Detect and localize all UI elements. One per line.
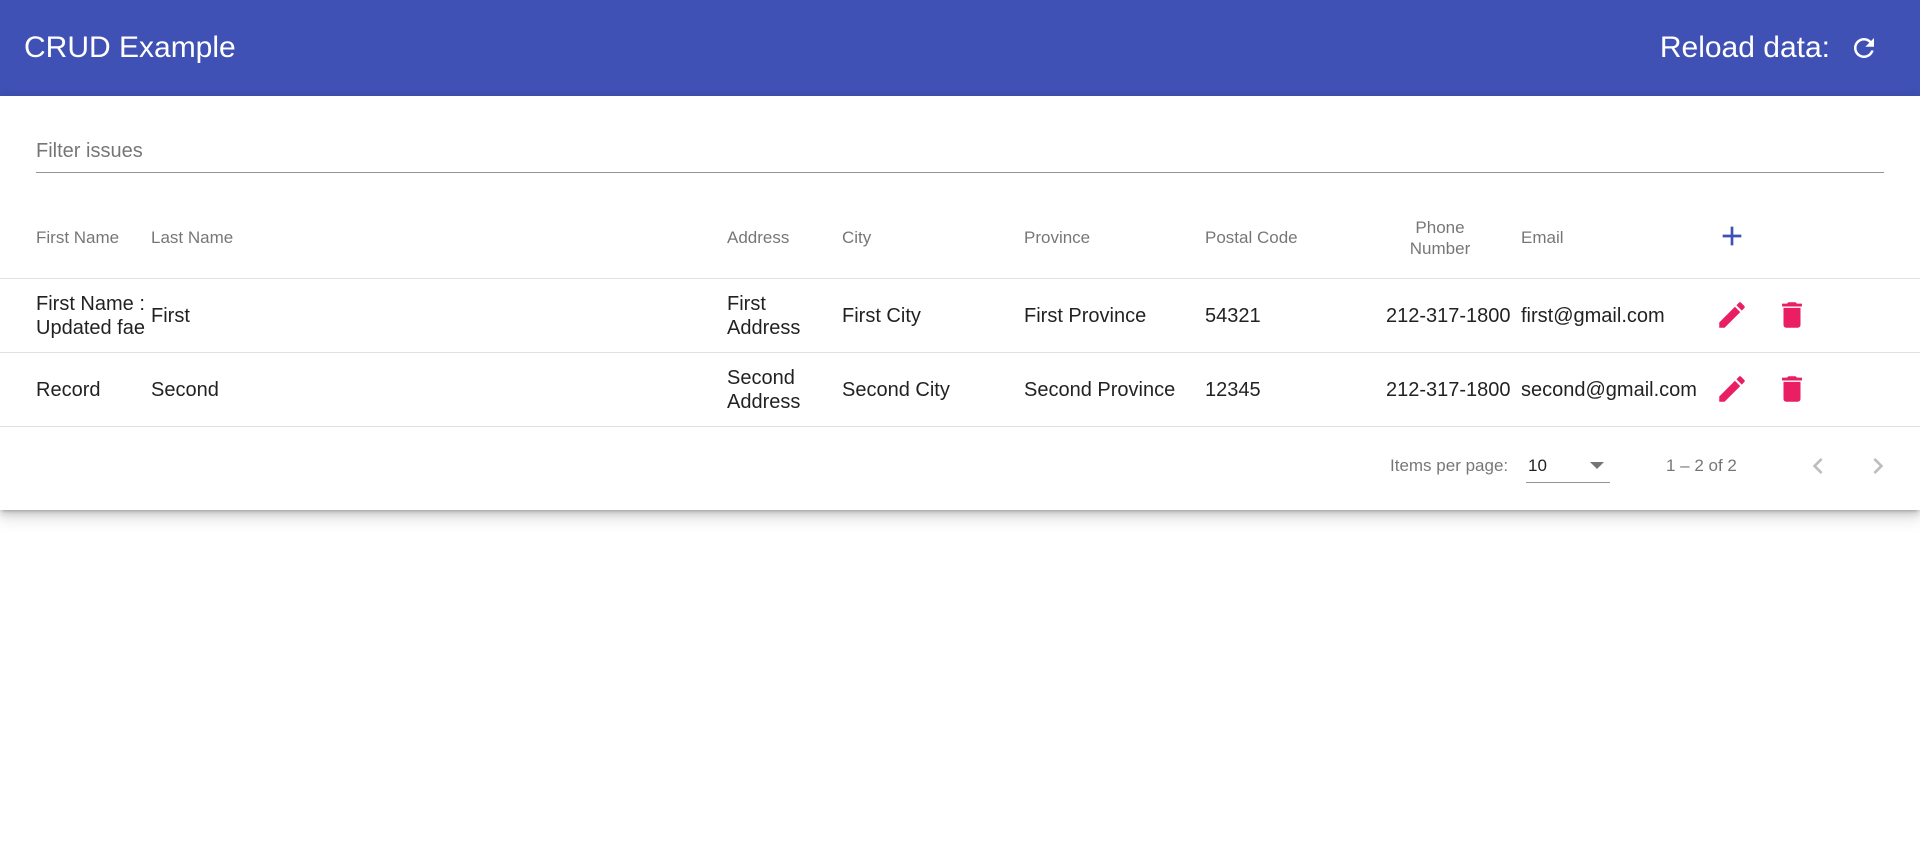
previous-page-button[interactable] xyxy=(1794,442,1842,490)
cell-address: Second Address xyxy=(727,366,801,413)
cell-email: second@gmail.com xyxy=(1521,378,1697,401)
header-last-name[interactable]: Last Name xyxy=(151,198,551,278)
header-first-name[interactable]: First Name xyxy=(36,198,146,278)
reload-button[interactable] xyxy=(1842,26,1886,70)
header-postal-code[interactable]: Postal Code xyxy=(1205,198,1365,278)
delete-button[interactable] xyxy=(1768,291,1816,339)
chevron-right-icon xyxy=(1873,458,1884,474)
edit-button[interactable] xyxy=(1708,365,1756,413)
delete-icon xyxy=(1782,376,1802,402)
filter-field xyxy=(36,132,1884,173)
table-header-row: First Name Last Name Address City Provin… xyxy=(0,198,1920,279)
delete-icon xyxy=(1782,302,1802,328)
table-card: First Name Last Name Address City Provin… xyxy=(0,96,1920,510)
refresh-icon xyxy=(1854,38,1874,58)
edit-icon xyxy=(1719,376,1745,402)
header-phone-line1: Phone xyxy=(1415,218,1465,237)
cell-province: First Province xyxy=(1024,304,1147,327)
cell-city: Second City xyxy=(842,378,950,401)
cell-last-name: Second xyxy=(151,378,219,401)
header-phone-number[interactable]: Phone Number xyxy=(1386,198,1494,278)
table-row: First Name : Updated fae First First Add… xyxy=(0,279,1920,353)
app-toolbar: CRUD Example Reload data: xyxy=(0,0,1920,96)
edit-icon xyxy=(1719,302,1745,328)
cell-first-name: Record xyxy=(36,378,101,401)
cell-last-name: First xyxy=(151,304,190,327)
filter-input[interactable] xyxy=(36,132,1884,170)
add-icon xyxy=(1722,226,1742,246)
header-email[interactable]: Email xyxy=(1521,198,1681,278)
cell-postal-code: 12345 xyxy=(1205,378,1261,401)
paginator: Items per page: 10 1 – 2 of 2 xyxy=(0,426,1920,506)
next-page-button[interactable] xyxy=(1854,442,1902,490)
page-size-value: 10 xyxy=(1528,456,1547,475)
table-row: Record Second Second Address Second City… xyxy=(0,353,1920,427)
cell-address: First Address xyxy=(727,292,801,339)
cell-city: First City xyxy=(842,304,921,327)
items-per-page-label: Items per page: xyxy=(1390,456,1509,475)
cell-province: Second Province xyxy=(1024,378,1176,401)
cell-phone: 212-317-1800 xyxy=(1386,378,1511,401)
cell-first-name: First Name : Updated fae xyxy=(36,292,145,339)
chevron-left-icon xyxy=(1812,458,1823,474)
page-size-select[interactable]: 10 xyxy=(1526,450,1610,483)
cell-postal-code: 54321 xyxy=(1205,304,1261,327)
edit-button[interactable] xyxy=(1708,291,1756,339)
reload-group: Reload data: xyxy=(1660,0,1886,96)
add-button[interactable] xyxy=(1708,212,1756,260)
app-title: CRUD Example xyxy=(24,31,236,64)
reload-label: Reload data: xyxy=(1659,31,1830,64)
dropdown-arrow-icon xyxy=(1590,462,1604,469)
cell-email: first@gmail.com xyxy=(1521,304,1665,327)
page-range-label: 1 – 2 of 2 xyxy=(1666,456,1737,475)
header-province[interactable]: Province xyxy=(1024,198,1194,278)
header-address[interactable]: Address xyxy=(727,198,837,278)
delete-button[interactable] xyxy=(1768,365,1816,413)
header-phone-line2: Number xyxy=(1409,239,1471,258)
cell-phone: 212-317-1800 xyxy=(1386,304,1511,327)
header-city[interactable]: City xyxy=(842,198,1012,278)
